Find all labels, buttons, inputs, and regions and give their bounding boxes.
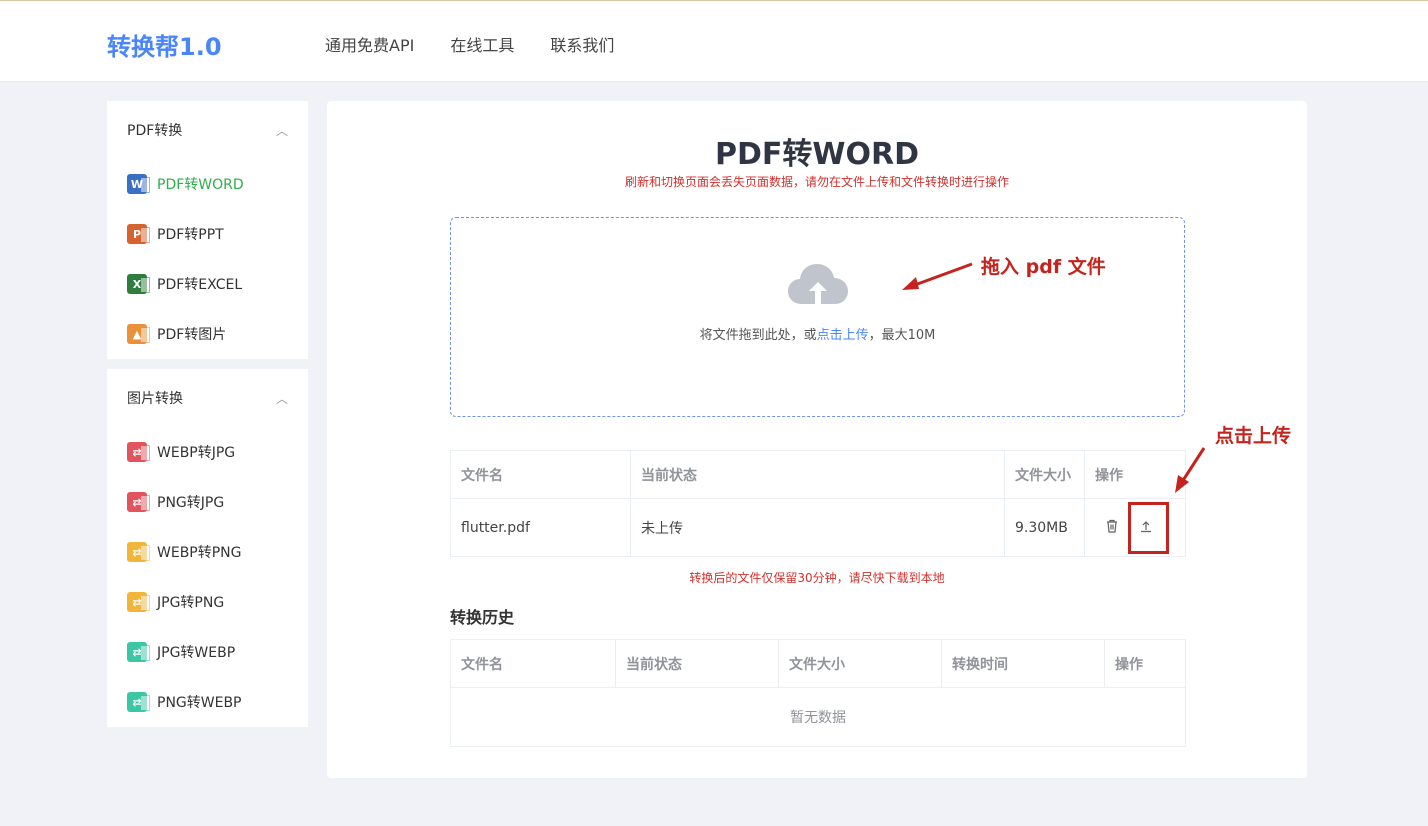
ppt-file-icon: P [127, 224, 150, 244]
word-file-icon: W [127, 174, 150, 194]
sidebar-item-webp-to-jpg[interactable]: ⇄ WEBP转JPG [107, 427, 308, 477]
column-header: 文件名 [450, 639, 616, 688]
image-convert-icon: ⇄ [127, 492, 150, 512]
column-header: 文件大小 [1004, 450, 1085, 499]
sidebar-group-title: PDF转换 [127, 123, 183, 139]
sidebar-item-label: PDF转WORD [157, 177, 244, 193]
image-convert-icon: ⇄ [127, 592, 150, 612]
sidebar-item-png-to-webp[interactable]: ⇄ PNG转WEBP [107, 677, 308, 727]
dropzone-text-before: 将文件拖到此处，或 [699, 328, 817, 343]
warning-text: 刷新和切换页面会丢失页面数据，请勿在文件上传和文件转换时进行操作 [624, 175, 1009, 189]
upload-dropzone[interactable]: 将文件拖到此处，或点击上传，最大10M [450, 217, 1185, 417]
file-table: 文件名 当前状态 文件大小 操作 flutter.pdf 未上传 9.30MB [450, 450, 1186, 557]
annotation-highlight-box [1128, 502, 1169, 554]
table-row: flutter.pdf 未上传 9.30MB [450, 498, 1186, 557]
column-header: 文件名 [450, 450, 631, 499]
delete-icon[interactable] [1105, 519, 1119, 537]
sidebar-group-pdf: PDF转换 ︿ W PDF转WORD P PDF转PPT X PDF转EXCEL… [107, 101, 308, 359]
sidebar-item-pdf-to-excel[interactable]: X PDF转EXCEL [107, 259, 308, 309]
sidebar-item-label: PNG转JPG [157, 495, 225, 511]
nav-item-api[interactable]: 通用免费API [325, 32, 414, 56]
nav-item-tools[interactable]: 在线工具 [450, 32, 514, 56]
dropzone-text-after: ，最大10M [868, 328, 936, 343]
sidebar-item-label: WEBP转PNG [157, 545, 242, 561]
sidebar-item-label: PDF转PPT [157, 227, 224, 243]
sidebar-item-label: JPG转PNG [157, 595, 225, 611]
image-convert-icon: ⇄ [127, 442, 150, 462]
sidebar-item-webp-to-png[interactable]: ⇄ WEBP转PNG [107, 527, 308, 577]
sidebar-item-label: WEBP转JPG [157, 445, 236, 461]
page-title: PDF转WORD [715, 137, 919, 172]
sidebar-item-label: PDF转图片 [157, 327, 227, 343]
column-header: 文件大小 [778, 639, 942, 688]
sidebar-group-header[interactable]: 图片转换 ︿ [107, 369, 308, 427]
column-header: 转换时间 [941, 639, 1105, 688]
annotation-arrow-icon [902, 262, 973, 290]
sidebar-item-jpg-to-png[interactable]: ⇄ JPG转PNG [107, 577, 308, 627]
sidebar-group-header[interactable]: PDF转换 ︿ [107, 101, 308, 159]
history-table: 文件名 当前状态 文件大小 转换时间 操作 暂无数据 [450, 639, 1186, 747]
annotation-arrow-icon [1175, 447, 1206, 493]
file-name-cell: flutter.pdf [450, 498, 631, 557]
sidebar-group-image: 图片转换 ︿ ⇄ WEBP转JPG ⇄ PNG转JPG ⇄ WEBP转PNG ⇄… [107, 369, 308, 727]
table-header-row: 文件名 当前状态 文件大小 转换时间 操作 [450, 639, 1186, 688]
table-row: 暂无数据 [450, 687, 1186, 747]
history-title: 转换历史 [450, 608, 515, 627]
sidebar-item-label: PNG转WEBP [157, 695, 242, 711]
sidebar-group-title: 图片转换 [127, 391, 183, 407]
sidebar-item-label: JPG转WEBP [157, 645, 236, 661]
annotation-upload-label: 点击上传 [1215, 425, 1292, 447]
site-logo[interactable]: 转换帮1.0 [107, 27, 222, 62]
chevron-up-icon: ︿ [275, 123, 288, 138]
empty-state: 暂无数据 [450, 687, 1186, 747]
sidebar-item-label: PDF转EXCEL [157, 277, 243, 293]
sidebar: PDF转换 ︿ W PDF转WORD P PDF转PPT X PDF转EXCEL… [107, 101, 308, 727]
file-status-cell: 未上传 [630, 498, 1005, 557]
sidebar-item-pdf-to-word[interactable]: W PDF转WORD [107, 159, 308, 209]
sidebar-item-pdf-to-image[interactable]: ▲ PDF转图片 [107, 309, 308, 359]
column-header: 操作 [1104, 639, 1186, 688]
excel-file-icon: X [127, 274, 150, 294]
image-file-icon: ▲ [127, 324, 150, 344]
file-size-cell: 9.30MB [1004, 498, 1085, 557]
annotation-drag-label: 拖入 pdf 文件 [981, 256, 1106, 278]
chevron-up-icon: ︿ [275, 391, 288, 406]
top-header: 转换帮1.0 通用免费API 在线工具 联系我们 [0, 0, 1428, 82]
column-header: 当前状态 [615, 639, 779, 688]
click-upload-link[interactable]: 点击上传 [817, 328, 869, 343]
column-header: 当前状态 [630, 450, 1005, 499]
image-convert-icon: ⇄ [127, 692, 150, 712]
top-nav: 通用免费API 在线工具 联系我们 [325, 32, 614, 56]
retention-note: 转换后的文件仅保留30分钟，请尽快下载到本地 [689, 571, 945, 585]
image-convert-icon: ⇄ [127, 642, 150, 662]
main-panel: PDF转WORD 刷新和切换页面会丢失页面数据，请勿在文件上传和文件转换时进行操… [327, 101, 1307, 778]
dropzone-text: 将文件拖到此处，或点击上传，最大10M [451, 324, 1184, 343]
cloud-upload-icon [788, 264, 848, 304]
table-header-row: 文件名 当前状态 文件大小 操作 [450, 450, 1186, 499]
sidebar-item-pdf-to-ppt[interactable]: P PDF转PPT [107, 209, 308, 259]
image-convert-icon: ⇄ [127, 542, 150, 562]
sidebar-item-png-to-jpg[interactable]: ⇄ PNG转JPG [107, 477, 308, 527]
nav-item-contact[interactable]: 联系我们 [550, 32, 614, 56]
sidebar-item-jpg-to-webp[interactable]: ⇄ JPG转WEBP [107, 627, 308, 677]
